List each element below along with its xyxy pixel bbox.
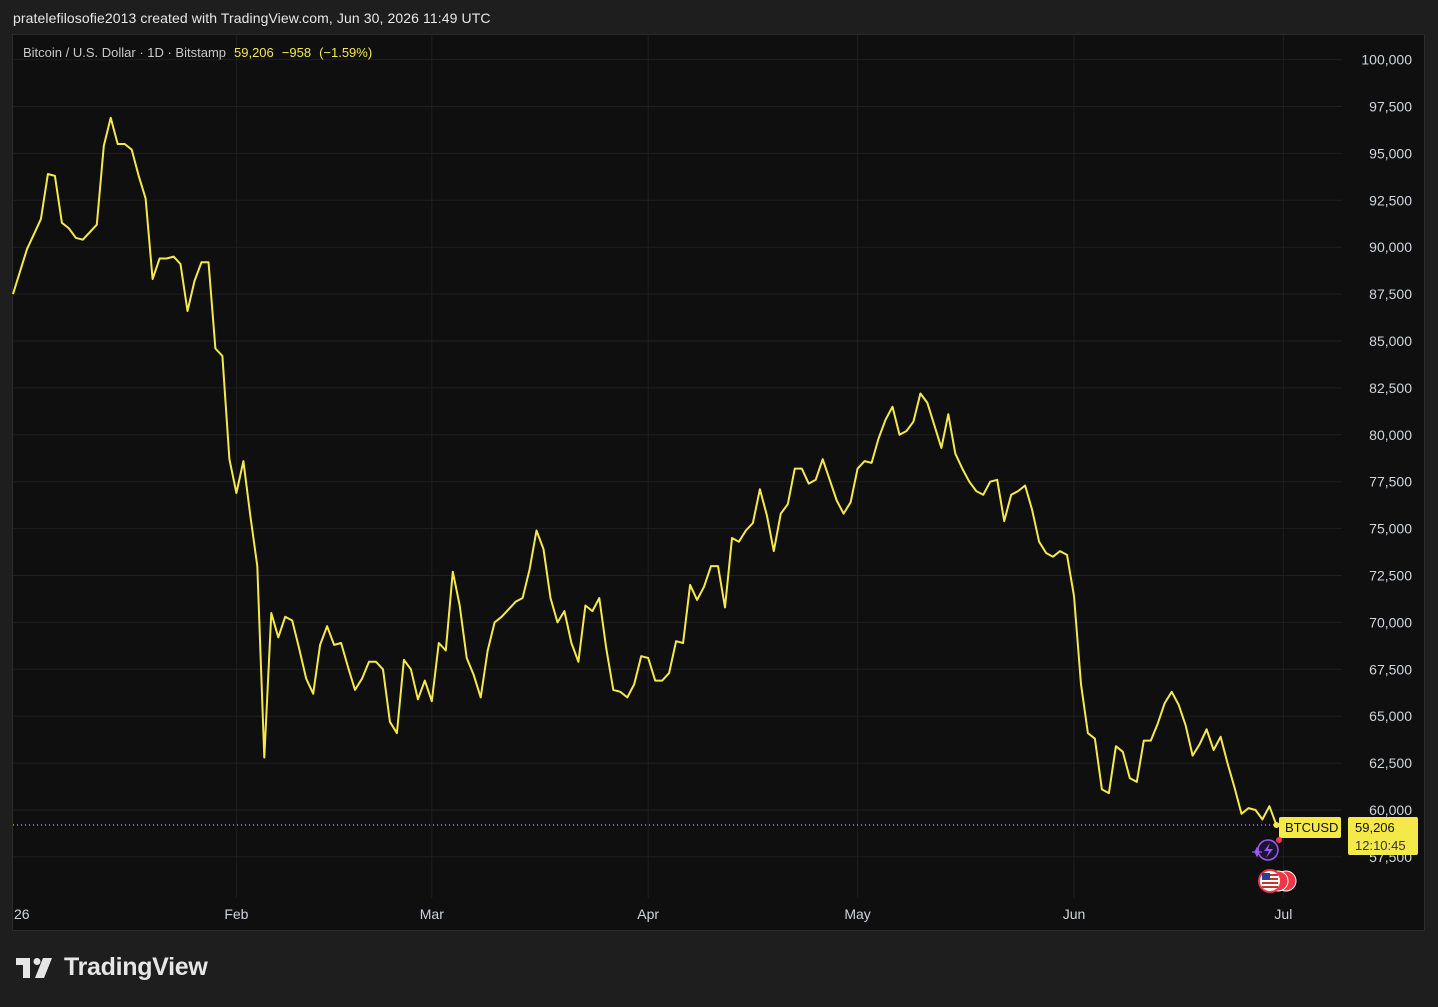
y-tick-label: 65,000	[1369, 708, 1412, 724]
y-axis-tick-labels: 57,50060,00062,50065,00067,50070,00072,5…	[1361, 52, 1412, 865]
symbol-label: Bitcoin / U.S. Dollar · 1D · Bitstamp	[23, 45, 226, 60]
x-tick-label: 26	[14, 906, 30, 922]
x-tick-label: May	[844, 906, 870, 922]
grid	[13, 35, 1342, 898]
y-tick-label: 67,500	[1369, 661, 1412, 677]
y-tick-label: 92,500	[1369, 192, 1412, 208]
last-price-tag-value: 59,206	[1355, 820, 1395, 835]
y-tick-label: 85,000	[1369, 333, 1412, 349]
tradingview-brand-text: TradingView	[64, 953, 208, 981]
price-chart[interactable]: 57,50060,00062,50065,00067,50070,00072,5…	[0, 0, 1438, 1007]
legend-change: −958	[281, 45, 312, 60]
price-tag[interactable]: BTCUSD 59,206 12:10:45	[1279, 817, 1418, 855]
y-tick-label: 97,500	[1369, 99, 1412, 115]
x-axis-tick-labels: 26 Feb Mar Apr May Jun Jul	[14, 906, 1292, 922]
y-tick-label: 95,000	[1369, 145, 1412, 161]
y-tick-label: 77,500	[1369, 474, 1412, 490]
y-tick-label: 72,500	[1369, 568, 1412, 584]
tradingview-logo[interactable]: TradingView	[16, 953, 208, 982]
symbol-tag-label: BTCUSD	[1285, 820, 1338, 835]
x-tick-label: Jun	[1063, 906, 1086, 922]
y-tick-label: 82,500	[1369, 380, 1412, 396]
y-tick-label: 80,000	[1369, 427, 1412, 443]
price-series-line	[12, 116, 1278, 826]
y-tick-label: 87,500	[1369, 286, 1412, 302]
x-tick-label: Mar	[420, 906, 444, 922]
us-flag-event-icon[interactable]	[1258, 869, 1297, 893]
x-tick-label: Apr	[637, 906, 659, 922]
y-tick-label: 100,000	[1361, 52, 1412, 68]
countdown-timer: 12:10:45	[1355, 838, 1406, 853]
y-tick-label: 75,000	[1369, 521, 1412, 537]
y-tick-label: 60,000	[1369, 802, 1412, 818]
y-tick-label: 90,000	[1369, 239, 1412, 255]
x-tick-label: Feb	[224, 906, 248, 922]
x-tick-label: Jul	[1274, 906, 1292, 922]
tradingview-logo-icon	[16, 957, 52, 978]
y-tick-label: 62,500	[1369, 755, 1412, 771]
legend-last-price: 59,206	[234, 45, 274, 60]
series-legend[interactable]: Bitcoin / U.S. Dollar · 1D · Bitstamp 59…	[23, 45, 372, 60]
last-price-point	[1273, 822, 1280, 829]
y-tick-label: 70,000	[1369, 614, 1412, 630]
legend-change-pct: (−1.59%)	[319, 45, 373, 60]
